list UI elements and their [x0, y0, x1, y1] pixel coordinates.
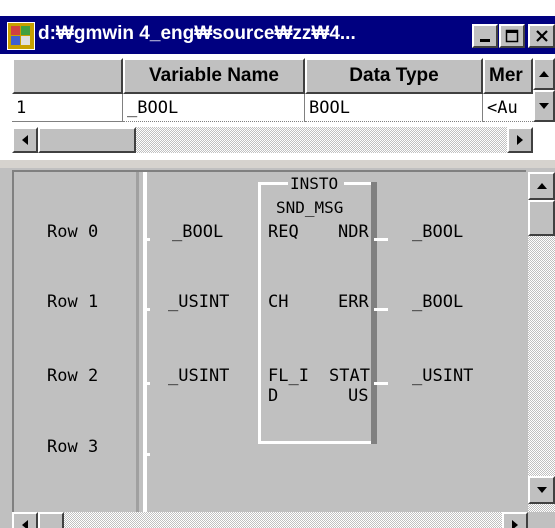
row-index-cell[interactable]: 1: [12, 94, 123, 122]
grid-horizontal-scrollbar[interactable]: [12, 127, 533, 153]
editor-vertical-scrollbar[interactable]: [528, 172, 555, 512]
editor-vertical-thumb[interactable]: [528, 200, 555, 236]
rail-tick: [147, 238, 150, 241]
scroll-up-button[interactable]: [533, 58, 555, 90]
scroll-down-button[interactable]: [533, 90, 555, 122]
input-pin-fl-id-line2: D: [268, 386, 279, 406]
output-wire-err: [374, 308, 388, 311]
block-top-border-left: [258, 182, 288, 185]
input-variable-ch[interactable]: _USINT: [168, 292, 229, 312]
row-label-1: Row 1: [47, 292, 99, 312]
output-variable-status[interactable]: _USINT: [412, 366, 473, 386]
output-pin-status-line1: STAT: [329, 366, 370, 386]
input-variable-fl-id[interactable]: _USINT: [168, 366, 229, 386]
block-right-shadow: [371, 182, 377, 444]
output-pin-ndr: NDR: [338, 222, 369, 242]
left-power-rail: [143, 172, 147, 512]
editor-scroll-right-button[interactable]: [502, 512, 528, 528]
maximize-button[interactable]: [499, 24, 525, 48]
row-label-0: Row 0: [47, 222, 99, 242]
pane-splitter[interactable]: [0, 160, 555, 168]
close-button[interactable]: [528, 24, 555, 48]
editor-scroll-down-button[interactable]: [528, 476, 555, 504]
window-title: d:₩gmwin 4_eng₩source₩zz₩4...: [38, 23, 356, 44]
block-top-border-right: [344, 182, 374, 185]
title-bar[interactable]: d:₩gmwin 4_eng₩source₩zz₩4...: [0, 16, 555, 54]
minimize-button[interactable]: [472, 24, 498, 48]
output-wire-ndr: [374, 238, 388, 241]
scroll-left-button[interactable]: [12, 127, 38, 153]
row-label-2: Row 2: [47, 366, 99, 386]
variable-name-cell[interactable]: _BOOL: [123, 94, 305, 122]
rail-tick: [147, 453, 150, 456]
variable-grid: Variable Name Data Type Mer 1 _BOOL BOOL…: [0, 55, 555, 160]
editor-frame-top: [12, 170, 526, 172]
grid-corner-header: [12, 58, 123, 94]
grid-size-box: [533, 127, 555, 153]
rail-tick: [147, 382, 150, 385]
output-wire-status: [374, 382, 388, 385]
block-bottom-border: [258, 441, 374, 444]
column-header-memory[interactable]: Mer: [483, 58, 533, 94]
power-rail-shadow: [136, 172, 139, 512]
output-pin-status-line2: US: [348, 386, 369, 406]
editor-frame-left: [12, 170, 14, 512]
editor-scroll-up-button[interactable]: [528, 172, 555, 200]
input-pin-ch: CH: [268, 292, 289, 312]
output-pin-err: ERR: [338, 292, 369, 312]
output-variable-ndr[interactable]: _BOOL: [412, 222, 463, 242]
grid-vertical-scrollbar[interactable]: [533, 58, 555, 122]
app-icon: [7, 22, 35, 50]
block-left-border: [258, 182, 261, 444]
column-header-data-type[interactable]: Data Type: [305, 58, 483, 94]
input-pin-fl-id-line1: FL_I: [268, 366, 309, 386]
memory-cell[interactable]: <Au: [483, 94, 533, 122]
input-variable-req[interactable]: _BOOL: [172, 222, 223, 242]
editor-horizontal-thumb[interactable]: [38, 512, 64, 528]
editor-scroll-left-button[interactable]: [12, 512, 38, 528]
data-type-cell[interactable]: BOOL: [305, 94, 483, 122]
horizontal-scroll-thumb[interactable]: [38, 127, 136, 153]
ladder-editor: Row 0 Row 1 Row 2 Row 3 INSTO SND_MSG _B…: [0, 168, 555, 528]
scroll-right-button[interactable]: [507, 127, 533, 153]
input-pin-req: REQ: [268, 222, 299, 242]
column-header-variable-name[interactable]: Variable Name: [123, 58, 305, 94]
block-name-line2: SND_MSG: [276, 198, 344, 217]
output-variable-err[interactable]: _BOOL: [412, 292, 463, 312]
rail-tick: [147, 308, 150, 311]
row-label-3: Row 3: [47, 437, 99, 457]
editor-horizontal-scrollbar[interactable]: [12, 512, 528, 528]
block-name-line1: INSTO: [290, 174, 339, 193]
